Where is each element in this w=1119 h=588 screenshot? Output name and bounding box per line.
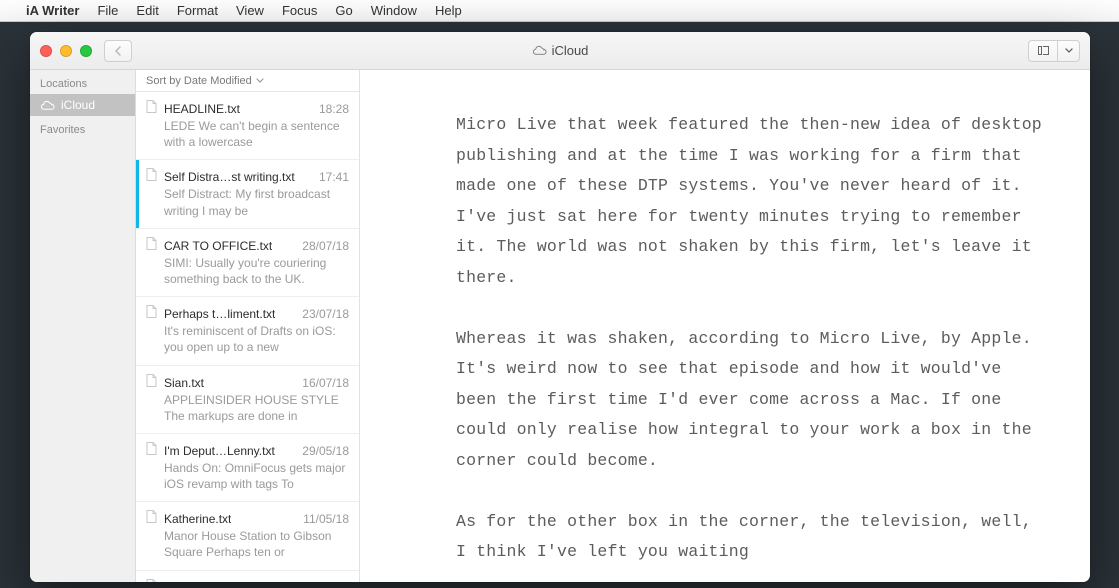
cloud-icon [532, 43, 547, 58]
file-name: CAR TO OFFICE.txt [164, 239, 272, 253]
sidebar-section-locations: Locations [30, 70, 135, 94]
file-date: 18:28 [313, 102, 349, 116]
chevron-left-icon [114, 46, 122, 56]
file-item[interactable]: Mom's m…f Lizzie.txt 9/05/18 [136, 571, 359, 582]
file-name: Mom's m…f Lizzie.txt [164, 581, 278, 582]
document-icon [146, 237, 158, 250]
sidebar-section-favorites: Favorites [30, 116, 135, 140]
file-item[interactable]: Self Distra…st writing.txt 17:41 Self Dist… [136, 160, 359, 228]
menu-go[interactable]: Go [335, 3, 352, 18]
chevron-down-icon [1065, 48, 1073, 54]
panel-toggle-button[interactable] [1028, 40, 1058, 62]
editor-text[interactable]: Micro Live that week featured the then-n… [456, 110, 1044, 568]
file-name: Self Distra…st writing.txt [164, 170, 295, 184]
file-preview: Hands On: OmniFocus gets major iOS revam… [164, 460, 349, 492]
window-body: Locations iCloud Favorites Sort by Date … [30, 70, 1090, 582]
document-icon [146, 305, 158, 318]
menu-file[interactable]: File [97, 3, 118, 18]
app-window: iCloud Locations iCloud Favorites Sort b… [30, 32, 1090, 582]
menu-edit[interactable]: Edit [136, 3, 158, 18]
file-item[interactable]: CAR TO OFFICE.txt 28/07/18 SIMI: Usually y… [136, 229, 359, 297]
panel-dropdown-button[interactable] [1058, 40, 1080, 62]
file-item[interactable]: Katherine.txt 11/05/18 Manor House Station… [136, 502, 359, 570]
file-preview: It's reminiscent of Drafts on iOS: you o… [164, 323, 349, 355]
file-date: 29/05/18 [296, 444, 349, 458]
menu-view[interactable]: View [236, 3, 264, 18]
file-list: Sort by Date Modified HEADLINE.txt 18:28 L… [136, 70, 360, 582]
file-item[interactable]: Perhaps t…liment.txt 23/07/18 It's reminis… [136, 297, 359, 365]
file-preview: SIMI: Usually you're couriering somethin… [164, 255, 349, 287]
file-item[interactable]: I'm Deput…Lenny.txt 29/05/18 Hands On: Omn… [136, 434, 359, 502]
editor[interactable]: Micro Live that week featured the then-n… [360, 70, 1090, 582]
sidebar-item-label: iCloud [61, 98, 95, 112]
document-icon [146, 100, 158, 113]
zoom-button[interactable] [80, 45, 92, 57]
toolbar-right [1028, 40, 1080, 62]
menu-help[interactable]: Help [435, 3, 462, 18]
cloud-icon [40, 100, 55, 111]
file-name: I'm Deput…Lenny.txt [164, 444, 275, 458]
menubar[interactable]: iA Writer File Edit Format View Focus Go… [0, 0, 1119, 22]
minimize-button[interactable] [60, 45, 72, 57]
file-preview: APPLEINSIDER HOUSE STYLE The markups are… [164, 392, 349, 424]
traffic-lights [40, 45, 92, 57]
menubar-app-name[interactable]: iA Writer [26, 3, 79, 18]
close-button[interactable] [40, 45, 52, 57]
file-date: 17:41 [313, 170, 349, 184]
document-icon [146, 510, 158, 523]
file-date: 11/05/18 [297, 512, 349, 526]
document-icon [146, 579, 158, 582]
window-title: iCloud [30, 43, 1090, 58]
document-icon [146, 374, 158, 387]
titlebar[interactable]: iCloud [30, 32, 1090, 70]
file-name: HEADLINE.txt [164, 102, 240, 116]
window-title-text: iCloud [552, 43, 589, 58]
file-date: 9/05/18 [303, 581, 349, 582]
file-name: Perhaps t…liment.txt [164, 307, 275, 321]
menu-window[interactable]: Window [371, 3, 417, 18]
file-date: 23/07/18 [296, 307, 349, 321]
file-name: Katherine.txt [164, 512, 231, 526]
sort-button[interactable]: Sort by Date Modified [136, 70, 359, 92]
back-button[interactable] [104, 40, 132, 62]
sidebar: Locations iCloud Favorites [30, 70, 136, 582]
file-preview: Manor House Station to Gibson Square Per… [164, 528, 349, 560]
sort-label: Sort by Date Modified [146, 75, 252, 87]
panel-layout-icon [1038, 46, 1049, 55]
file-item[interactable]: Sian.txt 16/07/18 APPLEINSIDER HOUSE STYLE… [136, 366, 359, 434]
file-date: 16/07/18 [296, 376, 349, 390]
menu-focus[interactable]: Focus [282, 3, 317, 18]
file-items: HEADLINE.txt 18:28 LEDE We can't begin a s… [136, 92, 359, 582]
file-preview: LEDE We can't begin a sentence with a lo… [164, 118, 349, 150]
menu-format[interactable]: Format [177, 3, 218, 18]
file-item[interactable]: HEADLINE.txt 18:28 LEDE We can't begin a s… [136, 92, 359, 160]
sidebar-item-icloud[interactable]: iCloud [30, 94, 135, 116]
chevron-down-icon [256, 78, 264, 84]
document-icon [146, 442, 158, 455]
file-date: 28/07/18 [296, 239, 349, 253]
file-name: Sian.txt [164, 376, 204, 390]
document-icon [146, 168, 158, 181]
file-preview: Self Distract: My first broadcast writin… [164, 186, 349, 218]
